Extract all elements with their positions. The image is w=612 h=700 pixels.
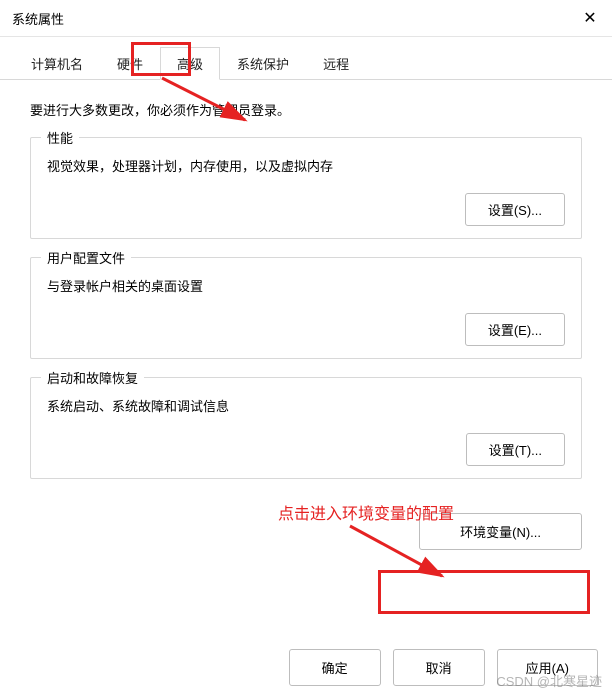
- apply-button[interactable]: 应用(A): [497, 649, 598, 686]
- group-startup-desc: 系统启动、系统故障和调试信息: [47, 396, 565, 415]
- dialog-footer: 确定 取消 应用(A): [289, 649, 598, 686]
- startup-settings-button[interactable]: 设置(T)...: [466, 433, 565, 466]
- environment-variables-button[interactable]: 环境变量(N)...: [419, 513, 582, 550]
- group-startup-title: 启动和故障恢复: [41, 368, 144, 387]
- tab-strip: 计算机名 硬件 高级 系统保护 远程: [0, 37, 612, 80]
- group-performance-desc: 视觉效果，处理器计划，内存使用，以及虚拟内存: [47, 156, 565, 175]
- titlebar: 系统属性 ✕: [0, 0, 612, 37]
- tab-system-protection[interactable]: 系统保护: [220, 47, 306, 79]
- cancel-button[interactable]: 取消: [393, 649, 485, 686]
- annotation-highlight-env: [378, 570, 590, 614]
- performance-settings-button[interactable]: 设置(S)...: [465, 193, 565, 226]
- intro-text: 要进行大多数更改，你必须作为管理员登录。: [30, 100, 582, 119]
- ok-button[interactable]: 确定: [289, 649, 381, 686]
- tab-content: 要进行大多数更改，你必须作为管理员登录。 性能 视觉效果，处理器计划，内存使用，…: [0, 80, 612, 507]
- group-performance-title: 性能: [41, 128, 79, 147]
- tab-computer-name[interactable]: 计算机名: [14, 47, 100, 79]
- tab-hardware[interactable]: 硬件: [100, 47, 160, 79]
- window-title: 系统属性: [12, 9, 64, 28]
- env-row: 环境变量(N)...: [0, 507, 612, 550]
- group-userprofile-title: 用户配置文件: [41, 248, 131, 267]
- group-startup: 启动和故障恢复 系统启动、系统故障和调试信息 设置(T)...: [30, 377, 582, 479]
- group-userprofile-desc: 与登录帐户相关的桌面设置: [47, 276, 565, 295]
- close-icon[interactable]: ✕: [580, 8, 600, 28]
- tab-remote[interactable]: 远程: [306, 47, 366, 79]
- tab-advanced[interactable]: 高级: [160, 47, 220, 80]
- userprofile-settings-button[interactable]: 设置(E)...: [465, 313, 565, 346]
- group-userprofile: 用户配置文件 与登录帐户相关的桌面设置 设置(E)...: [30, 257, 582, 359]
- group-performance: 性能 视觉效果，处理器计划，内存使用，以及虚拟内存 设置(S)...: [30, 137, 582, 239]
